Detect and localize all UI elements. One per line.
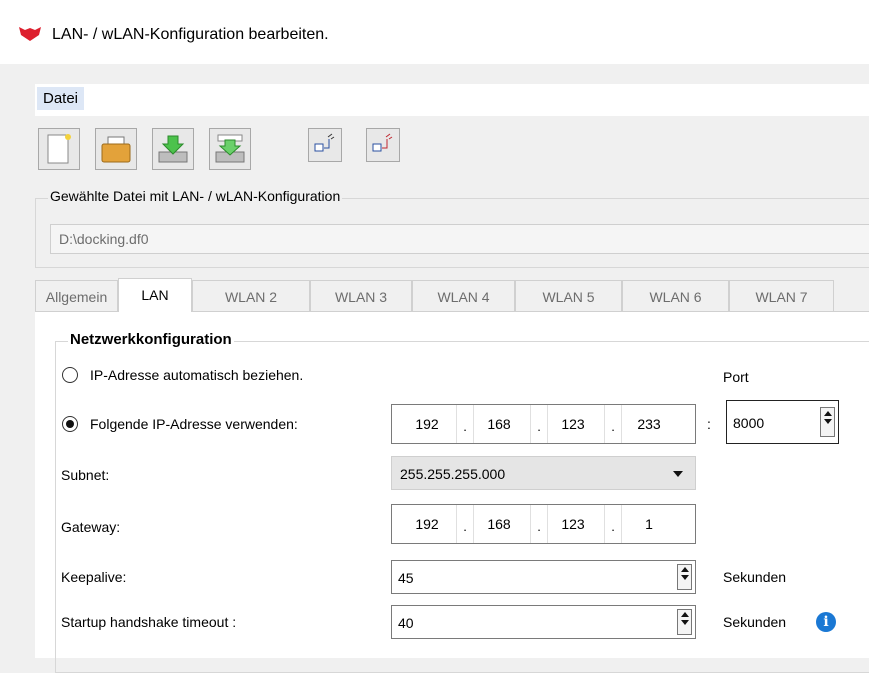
ip-octet-2[interactable]: 168 <box>474 405 524 443</box>
gateway-label: Gateway: <box>61 519 121 535</box>
arrow-down-icon[interactable] <box>680 575 689 580</box>
port-spinner-arrows[interactable] <box>820 407 835 437</box>
ip-octet-1[interactable]: 192 <box>402 405 452 443</box>
arrow-up-icon[interactable] <box>823 411 832 416</box>
ip-octet-4[interactable]: 233 <box>624 405 674 443</box>
network-receive-icon <box>372 133 393 152</box>
keepalive-unit: Sekunden <box>723 569 787 585</box>
ip-separator: . <box>530 405 548 443</box>
radio-selected-dot <box>66 420 74 428</box>
subnet-dropdown[interactable]: 255.255.255.000 <box>391 456 696 490</box>
subnet-value: 255.255.255.000 <box>400 466 506 482</box>
save-drive-icon <box>215 134 245 163</box>
tab-wlan-6[interactable]: WLAN 6 <box>622 280 729 311</box>
network-config-legend: Netzwerkkonfiguration <box>68 331 234 348</box>
window-title: LAN- / wLAN-Konfiguration bearbeiten. <box>52 26 329 43</box>
gateway-separator: . <box>604 505 622 543</box>
load-button[interactable] <box>152 128 194 170</box>
new-file-icon <box>47 134 71 164</box>
handshake-spinner-arrows[interactable] <box>677 609 692 635</box>
keepalive-value: 45 <box>398 570 414 586</box>
title-bar: LAN- / wLAN-Konfiguration bearbeiten. <box>0 0 869 64</box>
load-drive-icon <box>158 135 188 163</box>
network-send-button[interactable] <box>308 128 342 162</box>
tab-wlan-7[interactable]: WLAN 7 <box>729 280 834 311</box>
arrow-up-icon[interactable] <box>680 612 689 617</box>
ip-separator: . <box>604 405 622 443</box>
info-icon[interactable]: i <box>816 612 836 632</box>
keepalive-label: Keepalive: <box>61 569 127 585</box>
gateway-octet-3[interactable]: 123 <box>548 505 598 543</box>
new-file-button[interactable] <box>38 128 80 170</box>
gateway-octet-2[interactable]: 168 <box>474 505 524 543</box>
port-label: Port <box>723 369 749 385</box>
ip-address-field[interactable]: 192 . 168 . 123 . 233 <box>391 404 696 444</box>
tab-wlan-3[interactable]: WLAN 3 <box>310 280 412 311</box>
keepalive-spinner[interactable]: 45 <box>391 560 696 594</box>
manual-ip-label: Folgende IP-Adresse verwenden: <box>90 416 298 432</box>
arrow-down-icon[interactable] <box>823 419 832 424</box>
gateway-field[interactable]: 192 . 168 . 123 . 1 <box>391 504 696 544</box>
menu-datei[interactable]: Datei <box>37 87 85 110</box>
arrow-up-icon[interactable] <box>680 567 689 572</box>
network-send-icon <box>314 133 335 152</box>
port-separator: : <box>707 416 711 432</box>
ip-octet-3[interactable]: 123 <box>548 405 598 443</box>
tab-lan[interactable]: LAN <box>118 278 192 312</box>
tab-allgemein[interactable]: Allgemein <box>35 280 118 311</box>
handshake-unit: Sekunden <box>723 614 787 630</box>
gateway-separator: . <box>456 505 474 543</box>
arrow-down-icon[interactable] <box>680 620 689 625</box>
file-group-legend: Gewählte Datei mit LAN- / wLAN-Konfigura… <box>48 188 343 204</box>
file-path-field: D:\docking.df0 <box>50 224 869 254</box>
chevron-down-icon <box>673 471 683 477</box>
gateway-octet-4[interactable]: 1 <box>624 505 674 543</box>
keepalive-spinner-arrows[interactable] <box>677 564 692 590</box>
network-receive-button[interactable] <box>366 128 400 162</box>
tab-wlan-4[interactable]: WLAN 4 <box>412 280 515 311</box>
subnet-label: Subnet: <box>61 467 110 483</box>
port-spinner[interactable]: 8000 <box>726 400 839 444</box>
tab-wlan-5[interactable]: WLAN 5 <box>515 280 622 311</box>
save-button[interactable] <box>209 128 251 170</box>
handshake-value: 40 <box>398 615 414 631</box>
handshake-label: Startup handshake timeout : <box>61 614 237 630</box>
open-button[interactable] <box>95 128 137 170</box>
port-value: 8000 <box>733 415 765 431</box>
app-logo-icon <box>19 27 41 41</box>
manual-ip-radio[interactable] <box>62 416 78 432</box>
auto-ip-label: IP-Adresse automatisch beziehen. <box>90 367 304 383</box>
menu-bar: Datei <box>35 84 869 116</box>
gateway-separator: . <box>530 505 548 543</box>
gateway-octet-1[interactable]: 192 <box>402 505 452 543</box>
handshake-spinner[interactable]: 40 <box>391 605 696 639</box>
auto-ip-radio[interactable] <box>62 367 78 383</box>
tab-wlan-2[interactable]: WLAN 2 <box>192 280 310 311</box>
open-folder-icon <box>101 136 131 163</box>
ip-separator: . <box>456 405 474 443</box>
